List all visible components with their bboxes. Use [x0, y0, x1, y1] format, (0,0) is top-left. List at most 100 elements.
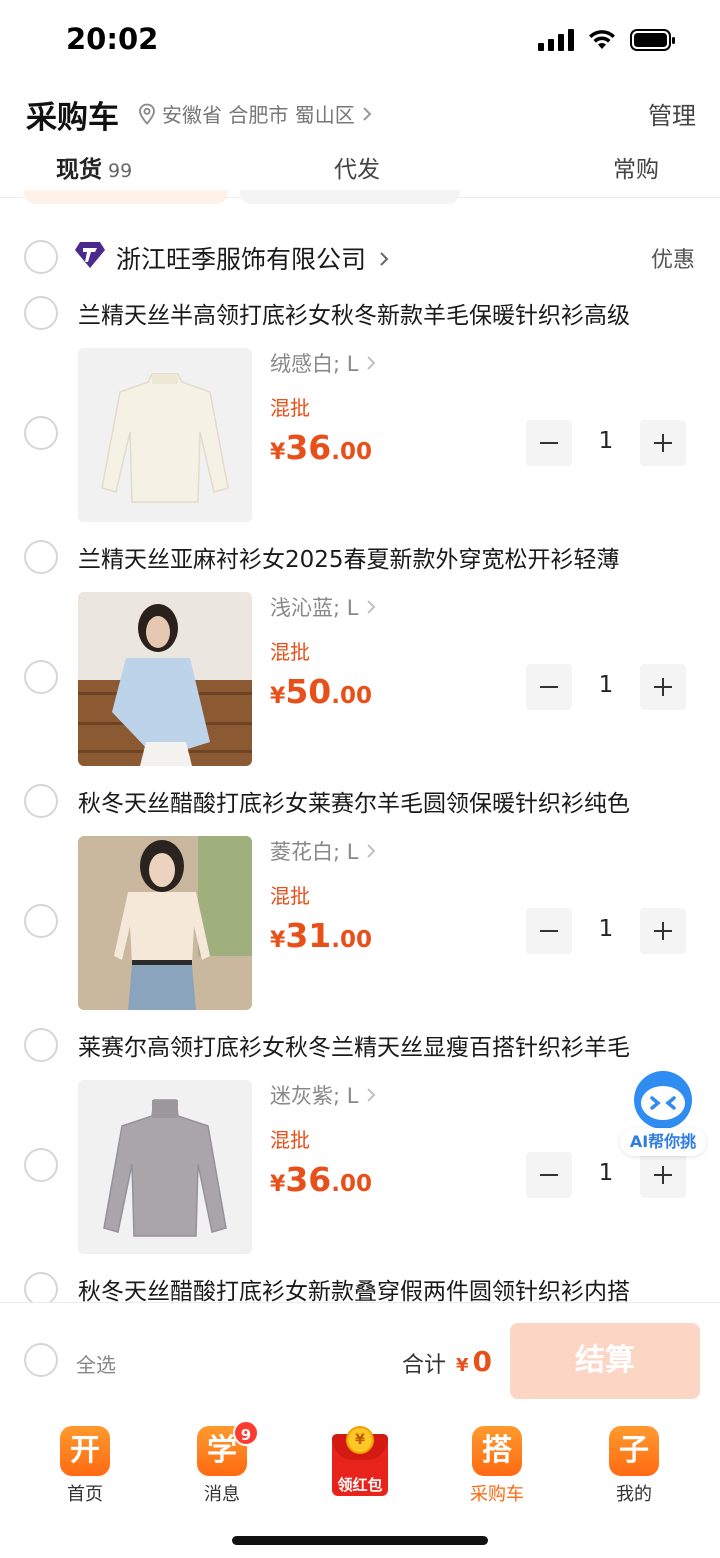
tab-frequent[interactable]: 常购: [613, 150, 659, 184]
item-price: ¥36.00: [270, 1160, 372, 1199]
checkout-button[interactable]: 结算: [510, 1323, 700, 1399]
decrease-button[interactable]: [526, 908, 572, 954]
product-image[interactable]: [78, 592, 252, 766]
shop-select-radio[interactable]: [24, 240, 58, 274]
checkout-bar: 全选 合计 ¥0 结算: [0, 1302, 720, 1410]
decrease-button[interactable]: [526, 420, 572, 466]
nav-messages[interactable]: 学 9 消息: [172, 1420, 272, 1516]
cart-item: 兰精天丝亚麻衬衫女2025春夏新款外穿宽松开衫轻薄 浅沁蓝; L 混批 ¥50.…: [0, 540, 720, 784]
red-envelope-icon: ¥ 领红包: [332, 1426, 388, 1496]
promo-button[interactable]: 优惠: [651, 242, 695, 274]
cart-icon: 搭: [472, 1426, 522, 1476]
item-spec: 菱花白; L: [270, 840, 359, 864]
nav-profile[interactable]: 子 我的: [584, 1426, 684, 1516]
currency-symbol: ¥: [270, 1172, 286, 1197]
decrease-button[interactable]: [526, 1152, 572, 1198]
quantity-value[interactable]: 1: [572, 916, 640, 942]
cart-item: 秋冬天丝醋酸打底衫女新款叠穿假两件圆领针织衫内搭: [0, 1272, 720, 1302]
tab-label: 现货: [56, 157, 102, 183]
location-selector[interactable]: 安徽省 合肥市 蜀山区: [138, 99, 373, 128]
item-spec-selector[interactable]: 浅沁蓝; L: [270, 592, 376, 622]
item-select-radio[interactable]: [24, 1148, 58, 1182]
quantity-stepper: 1: [526, 664, 686, 710]
item-select-radio[interactable]: [24, 660, 58, 694]
nav-red-packet[interactable]: ¥ 领红包: [308, 1426, 408, 1516]
decrease-button[interactable]: [526, 664, 572, 710]
quantity-value[interactable]: 1: [572, 428, 640, 454]
header: 采购车 安徽省 合肥市 蜀山区 管理: [0, 84, 720, 140]
item-price: ¥50.00: [270, 672, 372, 711]
item-title[interactable]: 莱赛尔高领打底衫女秋冬兰精天丝显瘦百搭针织衫羊毛: [78, 1028, 698, 1062]
tab-in-stock[interactable]: 现货 99: [56, 150, 132, 184]
item-select-radio[interactable]: [24, 540, 58, 574]
ai-assistant-label: AI帮你挑: [620, 1128, 706, 1156]
price-integer: 36: [285, 428, 332, 467]
battery-icon: [630, 29, 675, 51]
home-indicator: [232, 1536, 488, 1545]
price-decimal: .00: [331, 927, 372, 953]
tab-dropship[interactable]: 代发: [334, 150, 380, 184]
cart-item: 兰精天丝半高领打底衫女秋冬新款羊毛保暖针织衫高级 绒感白; L 混批 ¥36.0…: [0, 296, 720, 540]
item-spec: 迷灰紫; L: [270, 1084, 359, 1108]
item-select-radio[interactable]: [24, 296, 58, 330]
profile-icon: 子: [609, 1426, 659, 1476]
item-select-radio[interactable]: [24, 416, 58, 450]
item-title[interactable]: 秋冬天丝醋酸打底衫女莱赛尔羊毛圆领保暖针织衫纯色: [78, 784, 698, 818]
increase-button[interactable]: [640, 664, 686, 710]
nav-home[interactable]: 开 首页: [35, 1426, 135, 1516]
chevron-right-icon: [367, 600, 376, 614]
nav-label: 采购车: [470, 1484, 524, 1505]
increase-button[interactable]: [640, 420, 686, 466]
product-image[interactable]: [78, 836, 252, 1010]
item-title[interactable]: 秋冬天丝醋酸打底衫女新款叠穿假两件圆领针织衫内搭: [78, 1272, 698, 1302]
minus-icon: [540, 442, 558, 444]
item-spec-selector[interactable]: 迷灰紫; L: [270, 1080, 376, 1110]
mix-batch-tag: 混批: [270, 396, 310, 420]
product-image[interactable]: [78, 348, 252, 522]
item-price: ¥31.00: [270, 916, 372, 955]
filter-chip-peek: [240, 190, 460, 204]
price-decimal: .00: [331, 439, 372, 465]
plus-icon: [654, 678, 672, 696]
select-all-label[interactable]: 全选: [76, 1349, 116, 1378]
chevron-right-icon: [367, 844, 376, 858]
tab-label: 代发: [334, 157, 380, 183]
location-pin-icon: [139, 103, 155, 125]
item-spec: 绒感白; L: [270, 352, 359, 376]
price-integer: 50: [285, 672, 332, 711]
nav-cart[interactable]: 搭 采购车: [447, 1426, 547, 1516]
status-time: 20:02: [66, 22, 159, 56]
quantity-value[interactable]: 1: [572, 1160, 640, 1186]
item-select-radio[interactable]: [24, 784, 58, 818]
mix-batch-tag: 混批: [270, 640, 310, 664]
quantity-value[interactable]: 1: [572, 672, 640, 698]
ai-assistant-button[interactable]: AI帮你挑: [618, 1070, 708, 1162]
nav-label: 领红包: [337, 1476, 383, 1494]
product-image[interactable]: [78, 1080, 252, 1254]
shop-name-text: 浙江旺季服饰有限公司: [116, 245, 367, 274]
increase-button[interactable]: [640, 908, 686, 954]
item-spec-selector[interactable]: 绒感白; L: [270, 348, 376, 378]
price-decimal: .00: [331, 1171, 372, 1197]
plus-icon: [654, 1166, 672, 1184]
shop-name[interactable]: 浙江旺季服饰有限公司: [116, 240, 390, 276]
manage-button[interactable]: 管理: [648, 96, 696, 131]
item-select-radio[interactable]: [24, 1272, 58, 1302]
coin-icon: ¥: [346, 1426, 374, 1454]
price-decimal: .00: [331, 683, 372, 709]
shop-header: 浙江旺季服饰有限公司 优惠: [0, 236, 720, 280]
cart-item: 莱赛尔高领打底衫女秋冬兰精天丝显瘦百搭针织衫羊毛 迷灰紫; L 混批 ¥36.0…: [0, 1028, 720, 1272]
item-title[interactable]: 兰精天丝亚麻衬衫女2025春夏新款外穿宽松开衫轻薄: [78, 540, 698, 574]
minus-icon: [540, 1174, 558, 1176]
item-select-radio[interactable]: [24, 904, 58, 938]
nav-label: 首页: [67, 1484, 103, 1505]
minus-icon: [540, 686, 558, 688]
item-select-radio[interactable]: [24, 1028, 58, 1062]
signal-icon: [538, 29, 574, 51]
item-spec-selector[interactable]: 菱花白; L: [270, 836, 376, 866]
currency-symbol: ¥: [270, 928, 286, 953]
filter-chip-peek: [24, 190, 228, 204]
item-title[interactable]: 兰精天丝半高领打底衫女秋冬新款羊毛保暖针织衫高级: [78, 296, 698, 330]
select-all-radio[interactable]: [24, 1343, 58, 1377]
total-amount: 0: [472, 1345, 493, 1378]
